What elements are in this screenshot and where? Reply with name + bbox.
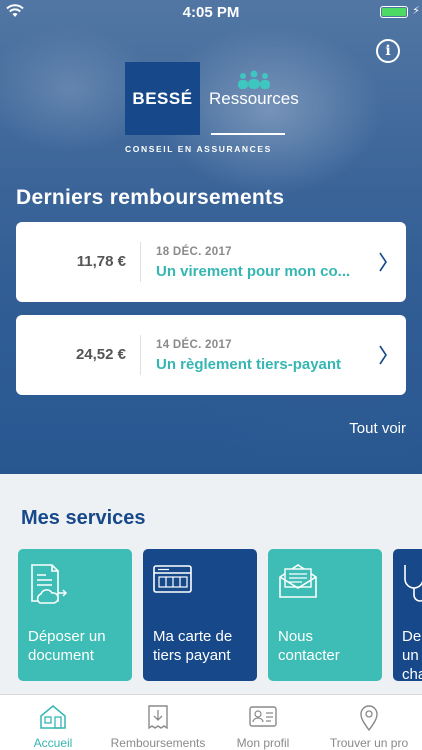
chevron-right-icon (379, 345, 387, 365)
logo: BESSÉ Ressources CONSEIL EN ASSURANCES (125, 62, 300, 157)
chevron-right-icon (379, 252, 387, 272)
tab-home[interactable]: Accueil (0, 695, 106, 750)
reimbursement-card[interactable]: 24,52 € 14 DÉC. 2017 Un règlement tiers-… (16, 315, 406, 395)
service-label: Ma carte de tiers payant (153, 628, 233, 664)
logo-brand: BESSÉ (125, 62, 200, 135)
tab-label: Remboursements (110, 736, 206, 750)
card-divider (140, 335, 141, 375)
battery-icon (380, 6, 408, 18)
logo-tagline: CONSEIL EN ASSURANCES (125, 144, 272, 154)
service-tile-partial[interactable]: De un cha (393, 549, 422, 681)
status-bar: 4:05 PM ⚡ (0, 0, 422, 24)
service-tile-third-party-card[interactable]: Ma carte de tiers payant (143, 549, 257, 681)
hero-background: 4:05 PM ⚡ i BESSÉ Ressources CONSEIL EN … (0, 0, 422, 474)
reimbursement-date: 14 DÉC. 2017 (156, 339, 232, 351)
receipt-icon (148, 705, 168, 730)
status-time: 4:05 PM (182, 4, 240, 21)
charging-icon: ⚡ (412, 5, 420, 17)
reimbursement-date: 18 DÉC. 2017 (156, 246, 232, 258)
tab-bar: Accueil Remboursements Mon profil Trouve… (0, 694, 422, 750)
reimbursement-amount: 24,52 € (75, 346, 126, 363)
home-icon (40, 705, 66, 729)
services-section: Mes services Déposer un document Ma cart… (0, 474, 422, 694)
tab-profile[interactable]: Mon profil (210, 695, 316, 750)
service-tile-contact[interactable]: Nous contacter (268, 549, 382, 681)
upload-document-icon (31, 564, 68, 604)
location-pin-icon (360, 705, 378, 732)
service-tile-upload-document[interactable]: Déposer un document (18, 549, 132, 681)
service-label: De un cha (402, 628, 422, 681)
services-title: Mes services (21, 507, 146, 529)
card-divider (140, 242, 141, 282)
tab-label: Accueil (33, 736, 73, 750)
tab-find-pro[interactable]: Trouver un pro (316, 695, 422, 750)
info-button[interactable]: i (376, 39, 400, 63)
stethoscope-icon (404, 565, 422, 602)
reimbursement-label: Un règlement tiers-payant (156, 356, 342, 373)
logo-product: Ressources (209, 89, 299, 108)
tab-reimbursements[interactable]: Remboursements (106, 695, 210, 750)
reimbursements-title: Derniers remboursements (16, 186, 285, 209)
profile-card-icon (249, 706, 277, 727)
reimbursement-card[interactable]: 11,78 € 18 DÉC. 2017 Un virement pour mo… (16, 222, 406, 302)
see-all-link[interactable]: Tout voir (349, 420, 406, 437)
mail-icon (279, 564, 317, 598)
tab-label: Trouver un pro (329, 736, 409, 750)
card-icon (153, 565, 192, 593)
logo-divider (211, 133, 285, 135)
service-label: Nous contacter (278, 628, 340, 664)
service-label: Déposer un document (28, 628, 106, 664)
reimbursement-label: Un virement pour mon co... (156, 263, 351, 280)
reimbursement-amount: 11,78 € (76, 253, 126, 270)
tab-label: Mon profil (236, 736, 290, 750)
people-group-icon (238, 70, 270, 89)
